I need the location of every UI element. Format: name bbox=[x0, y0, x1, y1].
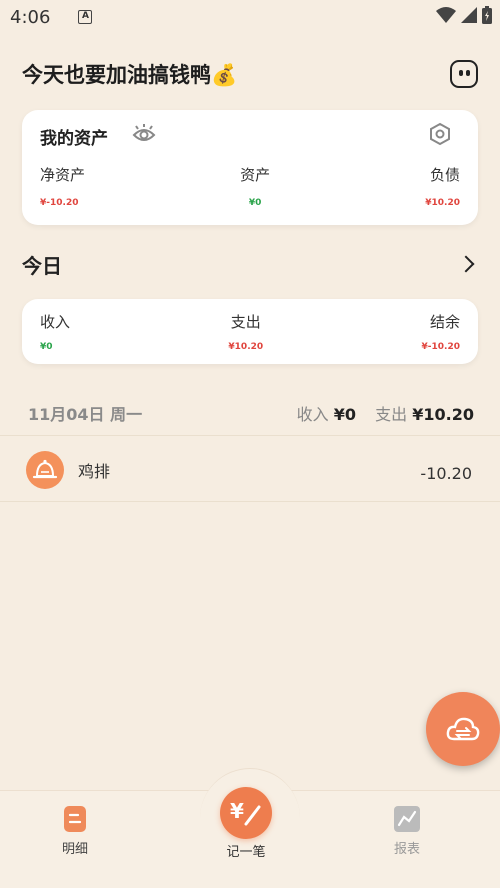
list-item[interactable]: 鸡排 -10.20 bbox=[0, 438, 500, 502]
entry-amount: -10.20 bbox=[420, 464, 472, 483]
assets-stats: 净资产 ¥-10.20 资产 ¥0 负债 ¥10.20 bbox=[40, 164, 460, 208]
today-expense-stat: 支出 ¥10.20 bbox=[228, 311, 263, 352]
day-group-header: 11月04日 周一 收入 ¥0 支出 ¥10.20 bbox=[0, 390, 500, 436]
cloud-sync-icon bbox=[446, 717, 480, 741]
assets-stat: 资产 ¥0 bbox=[240, 164, 270, 208]
today-title: 今日 bbox=[22, 253, 62, 278]
nav-item-record[interactable]: ¥ 记一笔 bbox=[220, 787, 272, 860]
chevron-right-icon[interactable] bbox=[457, 255, 475, 273]
status-bar: 4:06 A bbox=[0, 0, 500, 34]
my-assets-card[interactable]: 我的资产 净资产 ¥-10.20 资产 ¥0 负债 ¥10.20 bbox=[22, 110, 478, 225]
net-assets-value: ¥-10.20 bbox=[40, 198, 79, 208]
status-icons bbox=[436, 6, 492, 24]
day-expense-label: 支出 bbox=[375, 404, 408, 424]
mascot-face-button[interactable] bbox=[450, 60, 478, 88]
yen-pen-icon: ¥ bbox=[230, 799, 261, 826]
day-income-label: 收入 bbox=[296, 404, 329, 424]
cloud-sync-button[interactable] bbox=[426, 692, 500, 766]
eye-icon[interactable] bbox=[132, 124, 156, 144]
today-balance-stat: 结余 ¥-10.20 bbox=[422, 311, 460, 352]
today-summary-card[interactable]: 收入 ¥0 支出 ¥10.20 结余 ¥-10.20 bbox=[22, 299, 478, 364]
bell-icon bbox=[26, 451, 64, 489]
chart-icon bbox=[394, 806, 420, 832]
signal-icon bbox=[461, 7, 477, 23]
today-income-value: ¥0 bbox=[40, 342, 53, 352]
today-balance-value: ¥-10.20 bbox=[421, 342, 460, 352]
nav-label-record: 记一笔 bbox=[226, 845, 266, 860]
day-sums: 收入 ¥0 支出 ¥10.20 bbox=[291, 401, 474, 425]
debt-stat: 负债 ¥10.20 bbox=[425, 164, 460, 208]
nav-label-detail: 明细 bbox=[62, 842, 89, 857]
debt-value: ¥10.20 bbox=[425, 198, 460, 208]
assets-value: ¥0 bbox=[248, 198, 262, 208]
nav-item-report[interactable]: 报表 bbox=[394, 806, 420, 857]
notification-a-icon: A bbox=[78, 10, 93, 24]
today-income-label: 收入 bbox=[40, 313, 71, 331]
today-expense-label: 支出 bbox=[230, 313, 261, 331]
entry-name: 鸡排 bbox=[78, 462, 111, 481]
list-icon bbox=[64, 806, 86, 832]
assets-label: 资产 bbox=[240, 166, 271, 184]
svg-text:¥: ¥ bbox=[230, 799, 244, 823]
today-expense-value: ¥10.20 bbox=[228, 342, 264, 352]
battery-icon bbox=[482, 6, 492, 24]
wifi-icon bbox=[436, 7, 456, 23]
net-assets-stat: 净资产 ¥-10.20 bbox=[40, 164, 85, 208]
settings-hex-icon[interactable] bbox=[428, 122, 452, 146]
day-date: 11月04日 周一 bbox=[28, 404, 143, 424]
today-balance-label: 结余 bbox=[429, 313, 460, 331]
day-income-value: ¥0 bbox=[333, 404, 357, 424]
day-expense-value: ¥10.20 bbox=[412, 404, 474, 424]
nav-item-detail[interactable]: 明细 bbox=[62, 806, 88, 857]
nav-label-report: 报表 bbox=[394, 842, 421, 857]
app-header: 今天也要加油搞钱鸭💰 bbox=[22, 58, 478, 90]
debt-label: 负债 bbox=[429, 166, 460, 184]
record-button[interactable]: ¥ bbox=[220, 787, 272, 839]
today-stats: 收入 ¥0 支出 ¥10.20 结余 ¥-10.20 bbox=[40, 311, 460, 352]
today-section-header[interactable]: 今日 bbox=[22, 250, 478, 278]
assets-title: 我的资产 bbox=[40, 129, 108, 149]
status-time: 4:06 bbox=[10, 6, 51, 28]
net-assets-label: 净资产 bbox=[40, 166, 86, 184]
page-title: 今天也要加油搞钱鸭💰 bbox=[22, 63, 238, 87]
today-income-stat: 收入 ¥0 bbox=[40, 311, 70, 352]
